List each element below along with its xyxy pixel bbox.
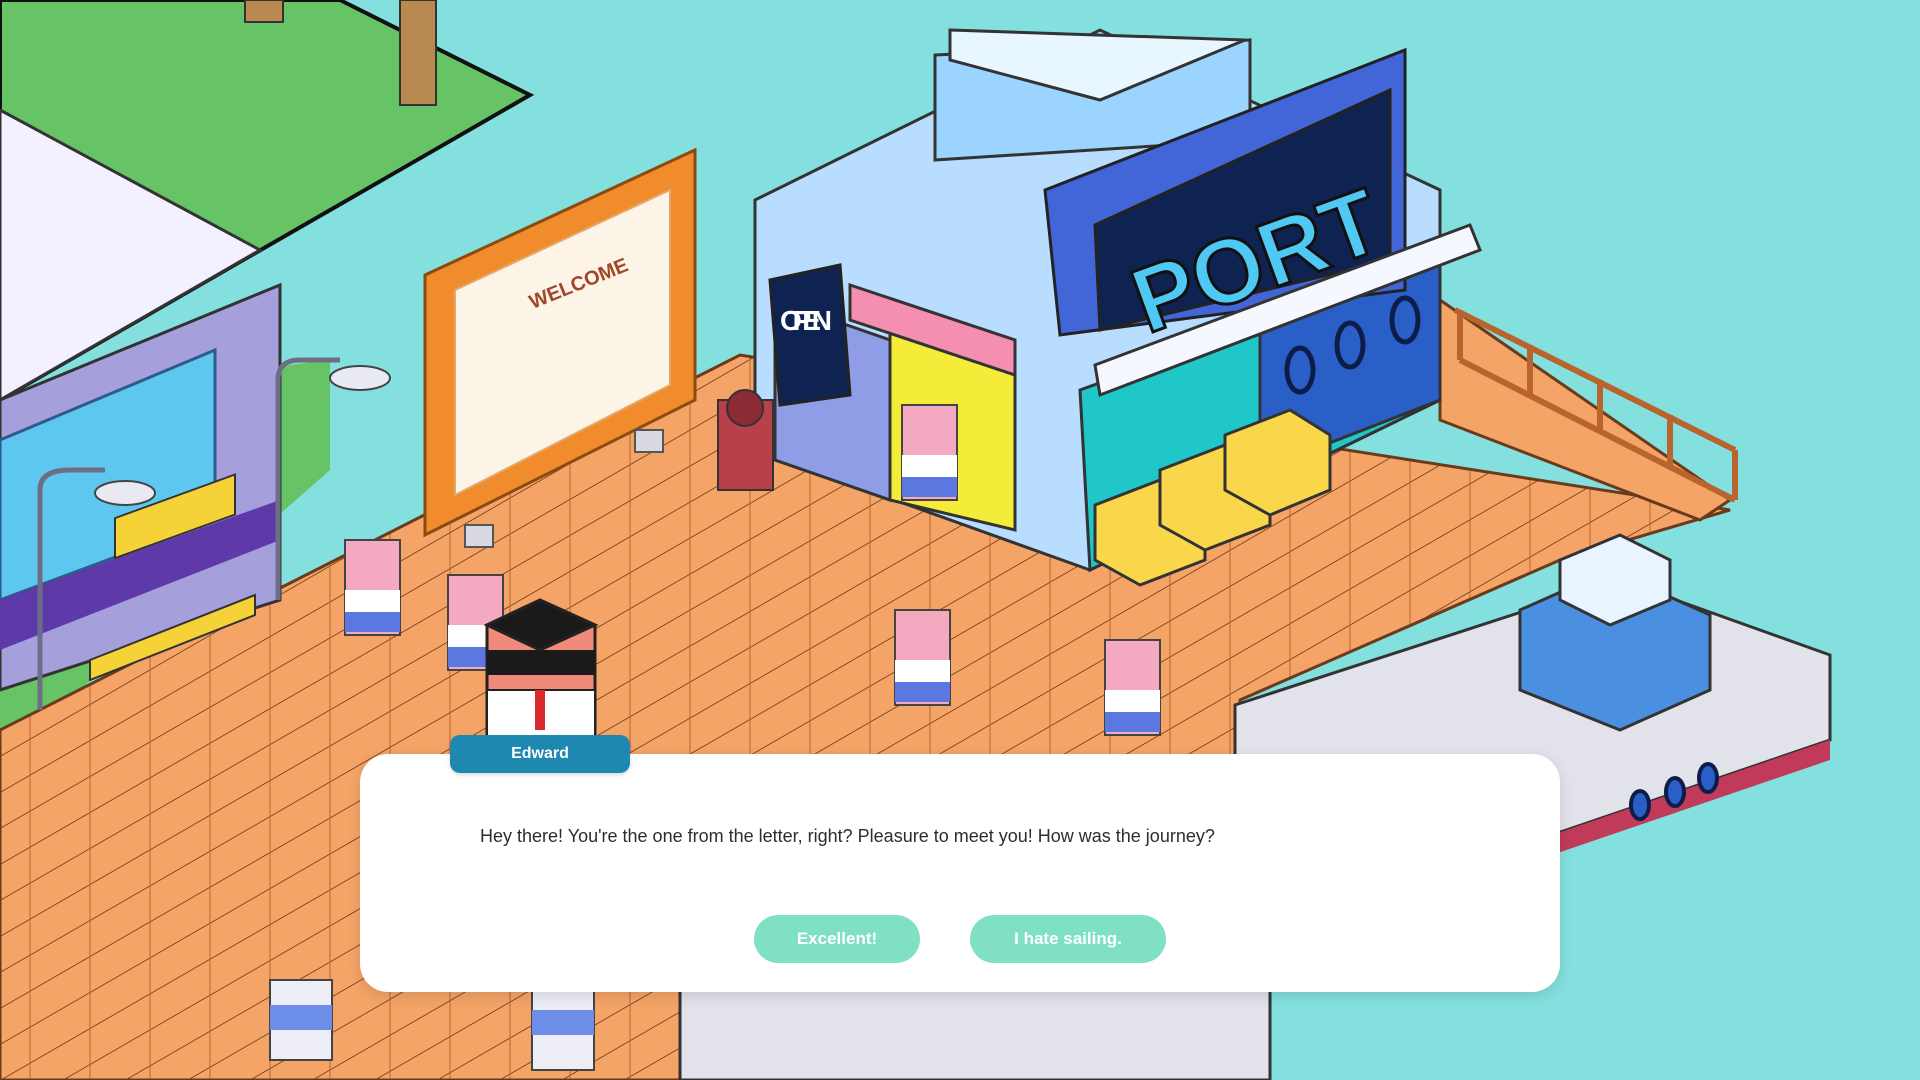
dialog-text: Hey there! You're the one from the lette… <box>480 826 1215 846</box>
choice-hate-sailing-button[interactable]: I hate sailing. <box>970 915 1166 963</box>
player-edward <box>483 598 599 747</box>
npc-robot <box>344 539 401 636</box>
lamp-head <box>329 365 391 391</box>
npc-pirate <box>717 389 774 491</box>
open-sign-text: OPEN <box>780 305 832 336</box>
dialog-box: Hey there! You're the one from the lette… <box>360 754 1560 992</box>
npc-robot <box>1104 639 1161 736</box>
palm-trunk <box>399 0 437 106</box>
lamp-head <box>94 480 156 506</box>
speaker-name-tag: Edward <box>450 735 630 773</box>
palm-trunk <box>244 0 284 23</box>
npc-robot <box>901 404 958 501</box>
npc-robot <box>894 609 951 706</box>
choice-excellent-button[interactable]: Excellent! <box>754 915 920 963</box>
